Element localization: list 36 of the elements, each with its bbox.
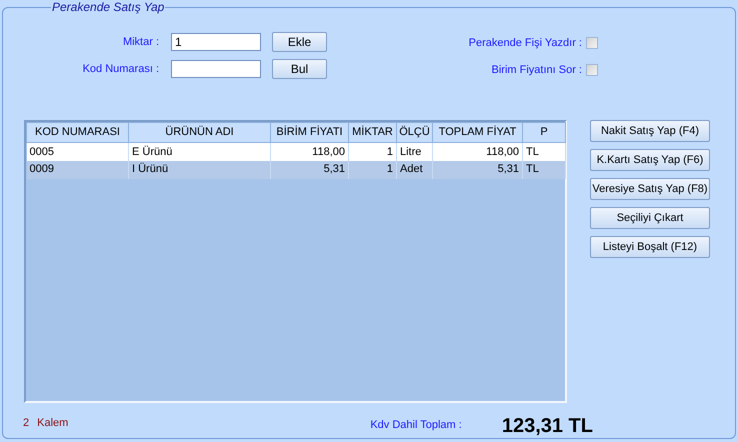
column-header[interactable]: P [522,122,566,142]
action-button[interactable]: Listeyi Boşalt (F12) [590,236,710,258]
checkbox[interactable] [586,37,598,50]
group-title: Perakende Satış Yap [51,0,166,14]
action-button[interactable]: Veresiye Satış Yap (F8) [590,178,710,200]
table-cell: 1 [348,160,396,178]
column-header[interactable]: ÜRÜNÜN ADI [128,122,270,142]
table-cell: Adet [396,160,432,178]
input-field[interactable]: 1 [171,33,261,51]
checkbox[interactable] [586,64,598,76]
input-field[interactable] [171,60,261,78]
action-button[interactable]: Ekle [272,32,327,52]
column-header[interactable]: ÖLÇÜ [396,122,432,142]
item-label: Kalem [37,416,68,431]
table-cell: 5,31 [432,160,522,178]
action-button[interactable]: Nakit Satış Yap (F4) [590,120,710,142]
action-button[interactable]: Seçiliyi Çıkart [590,207,710,229]
table-row[interactable]: 0009 I Ürünü 5,31 1 Adet 5,31 TL [26,160,566,178]
total-label: Kdv Dahil Toplam : [370,418,462,433]
table-cell: 5,31 [270,160,348,178]
field-label: Miktar : [122,34,160,50]
table-row[interactable]: 0005 E Ürünü 118,00 1 Litre 118,00 TL [26,142,566,160]
table-cell: I Ürünü [128,160,270,178]
field-label: Kod Numarası : [82,62,160,77]
option-label: Birim Fiyatını Sor : [490,62,583,78]
column-header[interactable]: MİKTAR [348,122,396,142]
option-label: Perakende Fişi Yazdır : [468,36,583,51]
column-header[interactable]: KOD NUMARASI [26,122,128,142]
item-count: 2 [23,416,30,431]
action-button[interactable]: K.Kartı Satış Yap (F6) [590,149,710,171]
column-header[interactable]: TOPLAM FİYAT [432,122,522,142]
table-cell: 0009 [26,160,128,178]
column-header[interactable]: BİRİM FİYATI [270,122,348,142]
total-amount: 123,31 TL [502,416,593,436]
table-cell: TL [522,160,566,178]
action-button[interactable]: Bul [272,59,327,79]
